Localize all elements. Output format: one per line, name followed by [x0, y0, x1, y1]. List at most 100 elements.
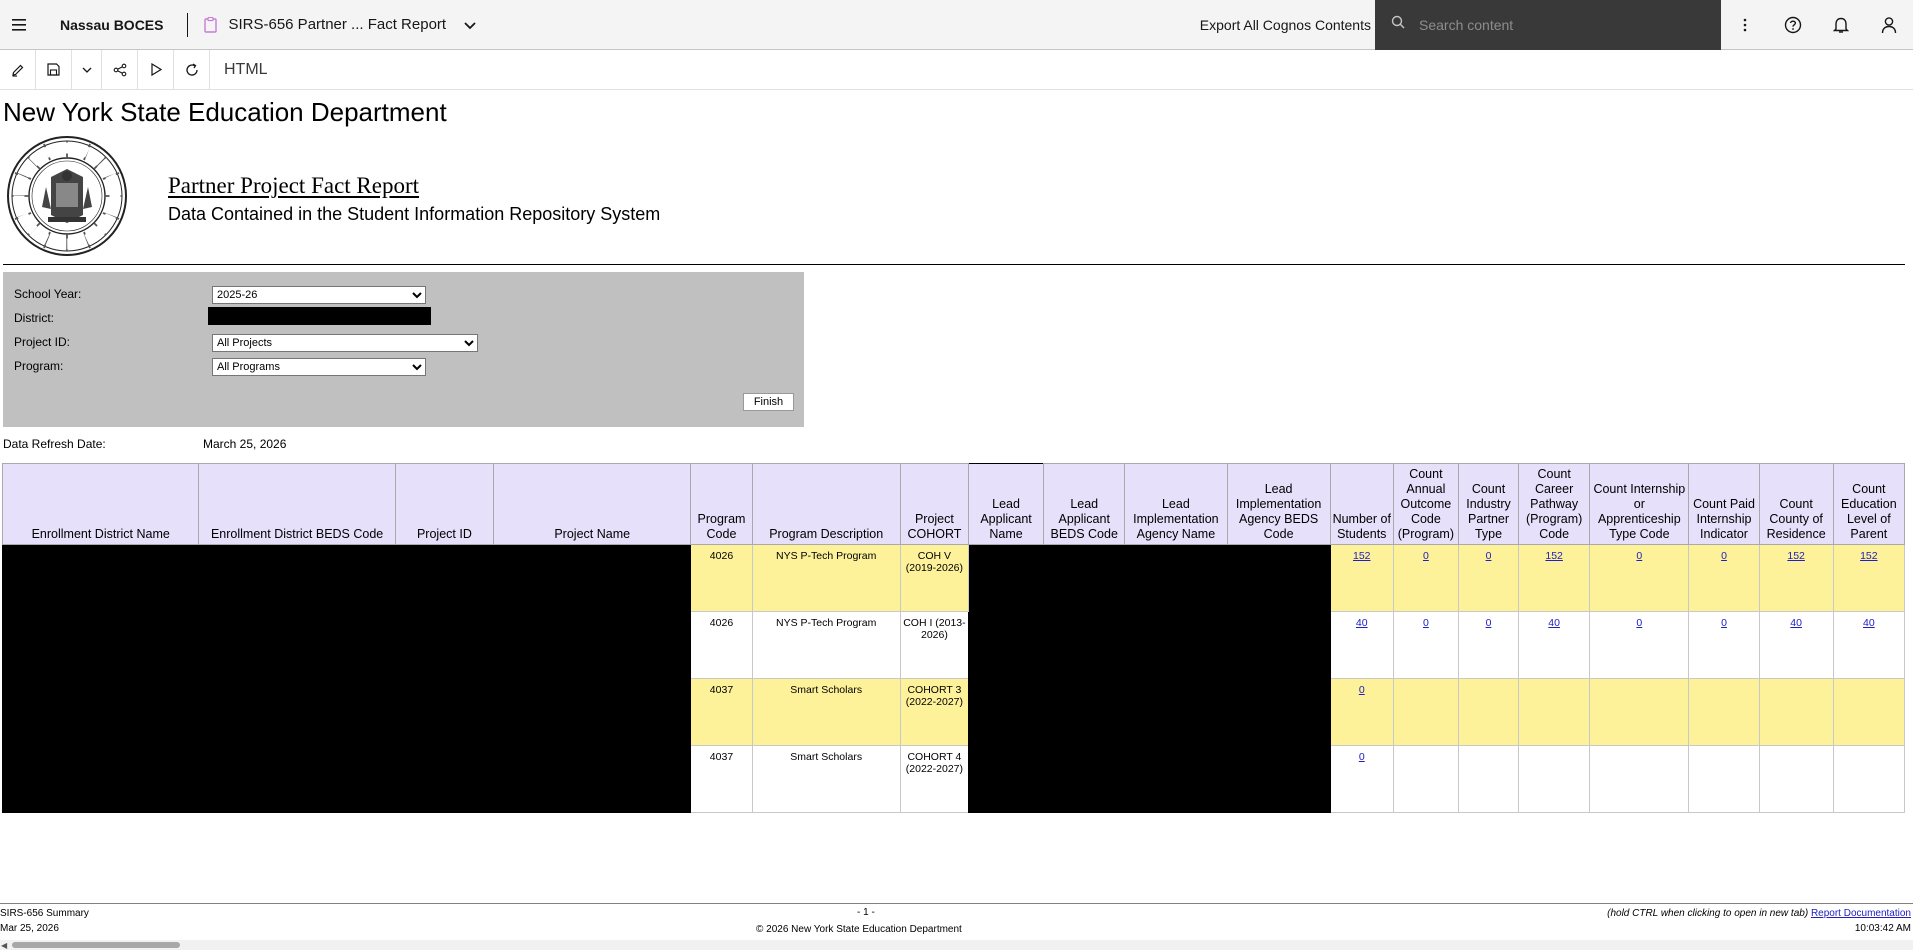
students-cell: 0 — [1329, 678, 1394, 746]
project-id-label: Project ID: — [14, 335, 71, 349]
footer-hint: (hold CTRL when clicking to open in new … — [1607, 908, 1911, 919]
drill-link[interactable]: 40 — [1548, 617, 1560, 629]
col-header: Count Annual Outcome Code (Program) — [1392, 463, 1459, 545]
drill-link[interactable]: 40 — [1356, 617, 1368, 629]
drill-link[interactable]: 40 — [1790, 617, 1802, 629]
col-header: Program Description — [751, 463, 901, 545]
partner-project-table: Enrollment District Name Enrollment Dist… — [1, 463, 1906, 813]
search-input[interactable] — [1419, 16, 1699, 33]
table-header-row: Enrollment District Name Enrollment Dist… — [1, 463, 1906, 545]
report-documentation-link[interactable]: Report Documentation — [1811, 908, 1911, 919]
count-cell: 0 — [1457, 544, 1520, 612]
col-header: Lead Applicant BEDS Code — [1043, 463, 1126, 545]
count-cell: 0 — [1457, 611, 1520, 679]
footer-report-name: SIRS-656 Summary — [0, 908, 89, 919]
refresh-date-value: March 25, 2026 — [203, 437, 287, 451]
finish-button[interactable]: Finish — [743, 393, 794, 411]
col-header: Lead Applicant Name — [967, 463, 1045, 545]
drill-link[interactable]: 40 — [1863, 617, 1875, 629]
drill-link[interactable]: 0 — [1636, 617, 1642, 629]
report-icon — [202, 16, 218, 33]
students-cell: 152 — [1329, 544, 1394, 612]
run-icon[interactable] — [138, 49, 174, 90]
search-box[interactable] — [1375, 0, 1721, 50]
project-cohort-cell: COH I (2013-2026) — [899, 611, 969, 679]
user-icon[interactable] — [1865, 0, 1913, 50]
redacted-cell — [1, 544, 200, 813]
drill-link[interactable]: 152 — [1545, 550, 1563, 562]
students-cell: 40 — [1329, 611, 1394, 679]
district-label: District: — [14, 311, 54, 325]
count-cell: 152 — [1518, 544, 1591, 612]
save-icon[interactable] — [36, 49, 72, 90]
drill-link[interactable]: 152 — [1860, 550, 1878, 562]
report-footer: SIRS-656 Summary Mar 25, 2026 - 1 - © 20… — [0, 903, 1913, 950]
prompt-panel: School Year: 2025-26 District: Project I… — [3, 272, 804, 427]
col-header: Count Internship or Apprenticeship Type … — [1589, 463, 1690, 545]
school-year-label: School Year: — [14, 287, 82, 301]
count-cell — [1392, 678, 1459, 746]
overflow-icon[interactable] — [1721, 0, 1769, 50]
school-year-select[interactable]: 2025-26 — [212, 286, 426, 304]
menu-icon[interactable] — [0, 0, 38, 50]
drill-link[interactable]: 152 — [1787, 550, 1805, 562]
footer-page-number: - 1 - — [857, 907, 875, 918]
report-toolbar: HTML — [0, 49, 1913, 90]
nys-university-seal — [7, 136, 127, 256]
redacted-cell — [1226, 544, 1331, 813]
col-header: Project COHORT — [899, 463, 969, 545]
drill-link[interactable]: 0 — [1359, 684, 1365, 696]
program-label: Program: — [14, 359, 64, 373]
program-description-cell: NYS P-Tech Program — [751, 611, 901, 679]
students-cell: 0 — [1329, 745, 1394, 813]
refresh-icon[interactable] — [174, 49, 210, 90]
redacted-cell — [394, 544, 495, 813]
export-all-link[interactable]: Export All Cognos Contents — [1200, 17, 1375, 33]
project-cohort-cell: COHORT 4 (2022-2027) — [899, 745, 969, 813]
scrollbar-thumb[interactable] — [12, 942, 180, 948]
count-cell: 0 — [1688, 544, 1760, 612]
drill-link[interactable]: 152 — [1353, 550, 1371, 562]
chevron-down-icon[interactable] — [464, 17, 476, 33]
count-cell: 0 — [1589, 544, 1690, 612]
document-switcher[interactable]: SIRS-656 Partner ... Fact Report — [202, 16, 476, 33]
drill-link[interactable]: 0 — [1486, 550, 1492, 562]
notification-icon[interactable] — [1817, 0, 1865, 50]
count-cell: 0 — [1392, 611, 1459, 679]
drill-link[interactable]: 0 — [1721, 617, 1727, 629]
col-header: Count Industry Partner Type — [1457, 463, 1520, 545]
project-cohort-cell: COH V (2019-2026) — [899, 544, 969, 612]
footer-copyright: © 2026 New York State Education Departme… — [756, 924, 962, 935]
count-cell — [1832, 745, 1906, 813]
col-header: Count Career Pathway (Program) Code — [1518, 463, 1591, 545]
app-header: Nassau BOCES SIRS-656 Partner ... Fact R… — [0, 0, 1913, 50]
project-id-select[interactable]: All Projects — [212, 334, 478, 352]
drill-link[interactable]: 0 — [1423, 617, 1429, 629]
program-select[interactable]: All Programs — [212, 358, 426, 376]
drill-link[interactable]: 0 — [1636, 550, 1642, 562]
save-options-chevron-icon[interactable] — [72, 49, 102, 90]
col-header: Lead Implementation Agency Name — [1124, 463, 1228, 545]
footer-time: 10:03:42 AM — [1854, 923, 1911, 934]
search-icon — [1391, 15, 1405, 34]
report-title: Partner Project Fact Report — [168, 173, 420, 198]
redacted-cell — [1043, 544, 1126, 813]
drill-link[interactable]: 0 — [1486, 617, 1492, 629]
help-icon[interactable] — [1769, 0, 1817, 50]
brand-name[interactable]: Nassau BOCES — [38, 17, 181, 33]
drill-link[interactable]: 0 — [1359, 751, 1365, 763]
col-header: Project ID — [394, 463, 495, 545]
view-format-label[interactable]: HTML — [210, 61, 282, 79]
count-cell — [1589, 678, 1690, 746]
footer-date: Mar 25, 2026 — [0, 923, 59, 934]
program-code-cell: 4037 — [690, 678, 753, 746]
count-cell — [1518, 745, 1591, 813]
drill-link[interactable]: 0 — [1423, 550, 1429, 562]
share-icon[interactable] — [102, 49, 138, 90]
count-cell — [1589, 745, 1690, 813]
col-header: Count Paid Internship Indicator — [1688, 463, 1760, 545]
edit-icon[interactable] — [0, 49, 36, 90]
project-cohort-cell: COHORT 3 (2022-2027) — [899, 678, 969, 746]
header-rule — [3, 264, 1905, 265]
drill-link[interactable]: 0 — [1721, 550, 1727, 562]
